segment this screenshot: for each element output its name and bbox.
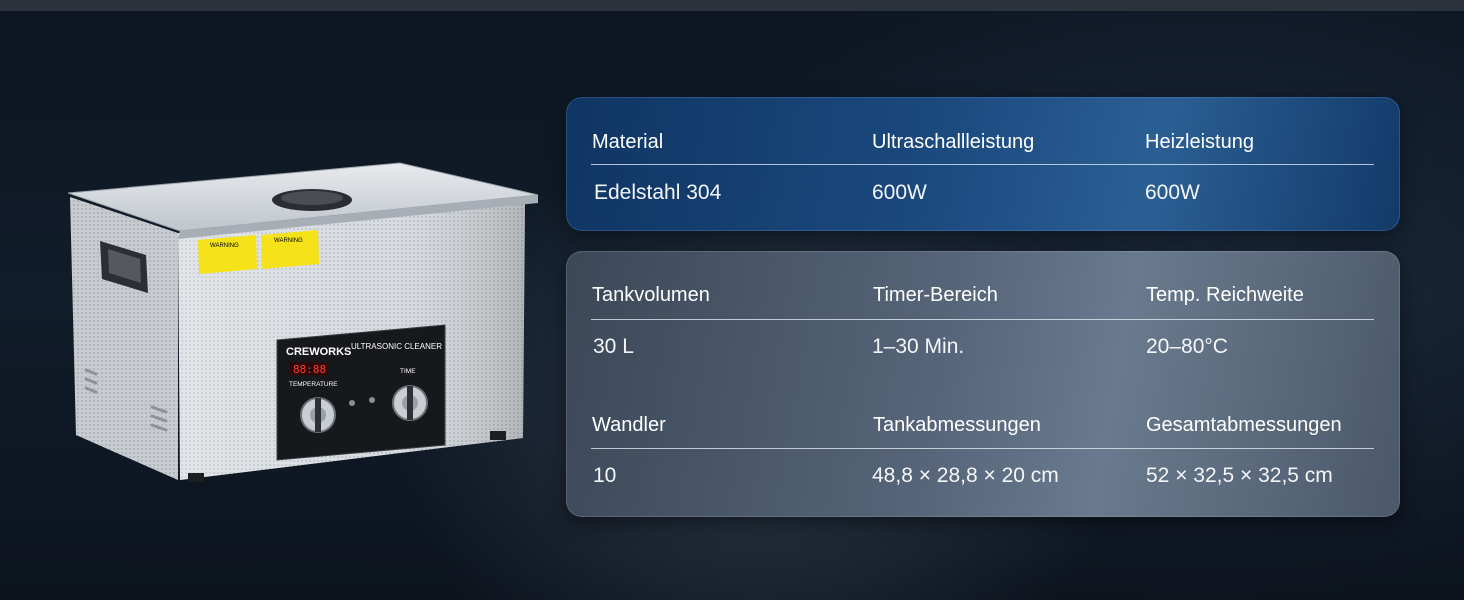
warning-label-2: WARNING xyxy=(274,238,303,244)
ultrasonic-cleaner-image: WARNING WARNING CREWORKS ULTRASONIC CLEA… xyxy=(67,162,539,482)
model-label: ULTRASONIC CLEANER xyxy=(351,342,442,351)
temperature-label: TEMPERATURE xyxy=(289,381,338,388)
spec-label-overall-dimensions: Gesamtabmessungen xyxy=(1146,414,1342,436)
specs-panel-secondary: Tankvolumen Timer-Bereich Temp. Reichwei… xyxy=(566,251,1400,517)
brand-logo: CREWORKS xyxy=(286,346,351,358)
spec-value-transducers: 10 xyxy=(593,464,617,487)
spec-value-tank-dimensions: 48,8 × 28,8 × 20 cm xyxy=(872,464,1059,487)
warning-label-1: WARNING xyxy=(210,243,239,249)
spec-value-timer-range: 1–30 Min. xyxy=(872,335,965,358)
spec-label-timer-range: Timer-Bereich xyxy=(873,284,998,306)
spec-value-temp-range: 20–80°C xyxy=(1146,335,1228,358)
spec-value-material: Edelstahl 304 xyxy=(594,181,722,204)
spec-value-overall-dimensions: 52 × 32,5 × 32,5 cm xyxy=(1146,464,1333,487)
spec-label-transducers: Wandler xyxy=(592,414,666,436)
time-label: TIME xyxy=(400,368,416,375)
top-bar xyxy=(0,0,1464,11)
spec-divider xyxy=(591,448,1374,449)
led-display: 88:88 xyxy=(293,363,326,376)
spec-label-tank-volume: Tankvolumen xyxy=(592,284,710,306)
sweep-switch[interactable] xyxy=(369,397,375,403)
spec-label-tank-dimensions: Tankabmessungen xyxy=(873,414,1041,436)
degas-switch[interactable] xyxy=(349,400,355,406)
spec-value-tank-volume: 30 L xyxy=(593,335,634,358)
spec-label-ultrasonic-power: Ultraschallleistung xyxy=(872,131,1035,153)
spec-divider xyxy=(591,164,1374,165)
specs-panel-primary: Material Ultraschallleistung Heizleistun… xyxy=(566,97,1400,231)
spec-value-ultrasonic-power: 600W xyxy=(872,181,927,204)
spec-value-heating-power: 600W xyxy=(1145,181,1200,204)
spec-label-heating-power: Heizleistung xyxy=(1145,131,1254,153)
spec-label-temp-range: Temp. Reichweite xyxy=(1146,284,1304,306)
spec-divider xyxy=(591,319,1374,320)
spec-label-material: Material xyxy=(592,131,664,153)
